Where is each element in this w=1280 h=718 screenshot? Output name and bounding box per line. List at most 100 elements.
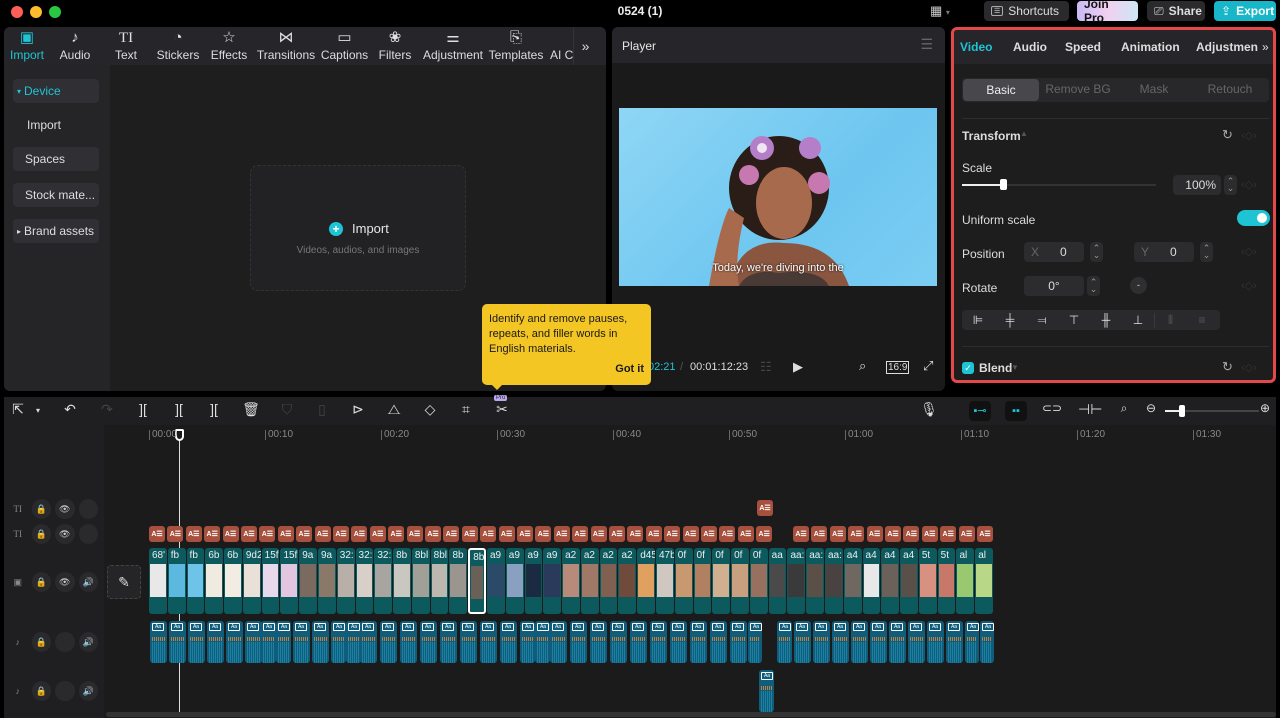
nav-templates[interactable]: ⎘ Templates bbox=[487, 27, 545, 65]
audio-clip[interactable]: Aa bbox=[670, 621, 687, 663]
mute-icon[interactable]: 🔊 bbox=[78, 681, 98, 701]
text-clip[interactable]: A☰ bbox=[645, 526, 662, 542]
video-clip[interactable]: 0f bbox=[693, 548, 712, 614]
nav-captions[interactable]: ▭ Captions bbox=[318, 27, 371, 65]
fullscreen-icon[interactable]: ⤢ bbox=[923, 358, 933, 374]
rotate-input[interactable]: 0° bbox=[1024, 276, 1084, 296]
audio-clip[interactable]: Aa bbox=[889, 621, 906, 663]
video-clip[interactable]: 47b5' bbox=[656, 548, 674, 614]
nav-text[interactable]: TI Text bbox=[100, 27, 152, 65]
select-dropdown-icon[interactable]: ▾ bbox=[28, 406, 48, 415]
audio-clip[interactable]: Aa bbox=[794, 621, 811, 663]
nav-effects[interactable]: ☆ Effects bbox=[204, 27, 254, 65]
freeze-icon[interactable]: ▯ bbox=[312, 401, 332, 418]
video-clip[interactable]: 8b bbox=[393, 548, 411, 614]
text-clip[interactable]: A☰ bbox=[480, 526, 497, 542]
select-tool-icon[interactable]: ⇱ bbox=[8, 401, 28, 418]
aspect-ratio-button[interactable]: 16:9 bbox=[886, 361, 910, 374]
nav-ai-clips[interactable]: AI Cl bbox=[545, 27, 573, 65]
nav-transitions[interactable]: ⋈ Transitions bbox=[254, 27, 318, 65]
text-clip[interactable]: A☰ bbox=[333, 526, 349, 542]
layout-icon[interactable]: ▦ ▾ bbox=[930, 3, 950, 19]
lock-icon[interactable]: 🔒 bbox=[31, 572, 51, 592]
marker-icon[interactable]: ⛉ bbox=[277, 401, 297, 418]
text-clip[interactable]: A☰ bbox=[829, 526, 846, 542]
audio-clip[interactable]: Aa bbox=[420, 621, 437, 663]
audio-clip[interactable]: Aa bbox=[813, 621, 830, 663]
audio-clip[interactable]: Aa bbox=[207, 621, 224, 663]
text-clip[interactable]: A☰ bbox=[259, 526, 276, 542]
text-clip[interactable]: A☰ bbox=[296, 526, 313, 542]
join-pro-button[interactable]: Join Pro bbox=[1077, 0, 1138, 25]
align-left-icon[interactable]: ⊫ bbox=[962, 313, 994, 327]
share-button[interactable]: ⎚ Share bbox=[1147, 1, 1205, 21]
video-clip[interactable]: 8bl bbox=[411, 548, 430, 614]
sidebar-item-device[interactable]: ▾ Device bbox=[13, 79, 99, 103]
video-clip[interactable]: 8b bbox=[449, 548, 468, 614]
text-clip[interactable]: A☰ bbox=[756, 526, 773, 542]
timeline-scrollbar[interactable] bbox=[106, 712, 1276, 717]
split-icon[interactable]: ][ bbox=[133, 401, 153, 417]
subtab-mask[interactable]: Mask bbox=[1116, 78, 1192, 100]
audio-clip[interactable]: Aa bbox=[759, 670, 774, 712]
got-it-button[interactable]: Got it bbox=[615, 362, 644, 377]
align-right-icon[interactable]: ⫤ bbox=[1026, 313, 1058, 328]
nav-import[interactable]: ▣ Import bbox=[4, 27, 50, 65]
audio-clip[interactable]: Aa bbox=[535, 621, 550, 663]
video-clip-selected[interactable]: 8b bbox=[468, 548, 486, 614]
audio-clip[interactable]: Aa bbox=[748, 621, 762, 663]
audio-clip[interactable]: Aa bbox=[360, 621, 377, 663]
position-y-stepper[interactable]: ⌃ ⌄ bbox=[1200, 242, 1213, 262]
text-clip[interactable]: A☰ bbox=[664, 526, 681, 542]
video-clip[interactable]: d45d' bbox=[637, 548, 655, 614]
video-clip[interactable]: 15f bbox=[280, 548, 299, 614]
delete-icon[interactable]: 🗑 bbox=[241, 401, 261, 418]
blend-reset-icon[interactable]: ↻ bbox=[1222, 359, 1233, 375]
audio-clip[interactable]: Aa bbox=[500, 621, 517, 663]
video-clip[interactable]: 0f bbox=[712, 548, 731, 614]
text-clip[interactable]: A☰ bbox=[167, 526, 184, 542]
audio-clip[interactable]: Aa bbox=[650, 621, 667, 663]
video-clip[interactable]: a9 bbox=[524, 548, 543, 614]
subtab-basic[interactable]: Basic bbox=[963, 79, 1039, 101]
subtab-remove-bg[interactable]: Remove BG bbox=[1040, 78, 1116, 100]
zoom-in-icon[interactable]: ⊕ bbox=[1255, 401, 1275, 415]
text-clip[interactable]: A☰ bbox=[204, 526, 221, 542]
align-top-icon[interactable]: ⊤ bbox=[1058, 313, 1090, 327]
audio-clip[interactable]: Aa bbox=[380, 621, 397, 663]
text-clip[interactable]: A☰ bbox=[811, 526, 828, 542]
zoom-fit-icon[interactable]: ⌕ bbox=[859, 358, 866, 374]
video-clip[interactable]: a2 bbox=[580, 548, 599, 614]
blend-checkbox[interactable]: ✓ bbox=[962, 362, 974, 374]
audio-clip[interactable]: Aa bbox=[460, 621, 477, 663]
auto-snap-icon[interactable]: ▪▪ bbox=[1005, 401, 1027, 421]
audio-clip[interactable]: Aa bbox=[927, 621, 944, 663]
eye-icon[interactable]: 👁 bbox=[55, 524, 75, 544]
import-dropzone[interactable]: + Import Videos, audios, and images bbox=[250, 165, 466, 291]
text-clip[interactable]: A☰ bbox=[241, 526, 257, 542]
scale-input[interactable]: 100% bbox=[1173, 175, 1221, 195]
video-preview[interactable]: Today, we're diving into the bbox=[619, 108, 937, 286]
cover-edit-button[interactable]: ✎ bbox=[107, 565, 141, 599]
text-clip[interactable]: A☰ bbox=[793, 526, 809, 542]
video-clip[interactable]: a9 bbox=[505, 548, 524, 614]
audio-clip[interactable]: Aa bbox=[550, 621, 567, 663]
audio-clip[interactable]: Aa bbox=[520, 621, 535, 663]
sidebar-item-import[interactable]: Import bbox=[13, 113, 99, 137]
text-clip[interactable]: A☰ bbox=[406, 526, 423, 542]
menu-icon[interactable]: ☰ bbox=[920, 36, 933, 53]
audio-clip[interactable]: Aa bbox=[169, 621, 186, 663]
zoom-out-icon[interactable]: ⊖ bbox=[1141, 401, 1161, 415]
text-clip[interactable]: A☰ bbox=[498, 526, 515, 542]
video-clip[interactable]: a2 bbox=[562, 548, 580, 614]
audio-clip[interactable]: Aa bbox=[312, 621, 329, 663]
video-clip[interactable]: aa: bbox=[806, 548, 824, 614]
text-clip[interactable]: A☰ bbox=[351, 526, 368, 542]
more-tabs-icon[interactable]: » bbox=[1262, 40, 1269, 54]
video-clip[interactable]: 9a bbox=[299, 548, 317, 614]
scale-stepper[interactable]: ⌃ ⌄ bbox=[1224, 175, 1237, 195]
video-clip[interactable]: fb bbox=[186, 548, 205, 614]
audio-clip[interactable]: Aa bbox=[150, 621, 167, 663]
lock-icon[interactable]: 🔒 bbox=[31, 632, 51, 652]
audio-clip[interactable]: Aa bbox=[980, 621, 994, 663]
